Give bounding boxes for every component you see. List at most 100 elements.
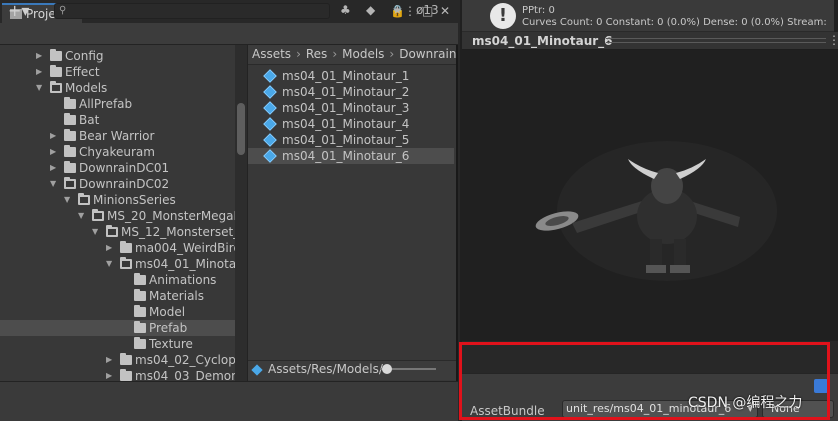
tree-item[interactable]: Texture — [0, 336, 235, 352]
tree-item-label: Effect — [65, 65, 100, 79]
collapsed-arrow-icon[interactable]: ▶ — [50, 144, 60, 160]
search-by-label-icon[interactable]: ◆ — [366, 3, 375, 17]
file-list-item[interactable]: ms04_01_Minotaur_3 — [248, 100, 454, 116]
tree-item[interactable]: ▶ ms04_03_Demon — [0, 368, 235, 381]
search-input[interactable]: ⚲ — [54, 3, 330, 19]
tree-item[interactable]: ▼ MinionsSeries — [0, 192, 235, 208]
tree-item[interactable]: Prefab — [0, 320, 235, 336]
info-line-pptr: PPtr: 0 — [522, 5, 555, 16]
tree-scrollbar-thumb[interactable] — [237, 103, 245, 155]
tree-item[interactable]: ▼ ms04_01_Minotau — [0, 256, 235, 272]
tree-item[interactable]: ▶ DownrainDC01 — [0, 160, 235, 176]
tree-item-label: DownrainDC01 — [79, 161, 170, 175]
folder-icon — [50, 65, 62, 77]
tree-item[interactable]: ▶ ms04_02_Cyclop — [0, 352, 235, 368]
file-list-item-label: ms04_01_Minotaur_6 — [282, 149, 410, 163]
breadcrumb-item[interactable]: Models — [342, 47, 384, 61]
expanded-arrow-icon[interactable]: ▼ — [106, 256, 116, 272]
search-by-type-icon[interactable]: ♣ — [340, 3, 351, 17]
folder-icon — [120, 241, 132, 253]
breadcrumb-item[interactable]: Downrain — [399, 47, 456, 61]
expanded-arrow-icon[interactable]: ▼ — [36, 80, 46, 96]
prefab-icon — [263, 69, 277, 83]
breadcrumb: Assets › Res › Models › Downrain — [248, 45, 456, 65]
expanded-arrow-icon[interactable]: ▼ — [92, 224, 102, 240]
collapsed-arrow-icon[interactable]: ▶ — [36, 64, 46, 80]
preview-drag-handle[interactable] — [606, 38, 826, 43]
expanded-arrow-icon[interactable]: ▼ — [50, 176, 60, 192]
expanded-arrow-icon[interactable]: ▼ — [78, 208, 88, 224]
tree-item-label: Chyakeuram — [79, 145, 155, 159]
hidden-packages-icon[interactable]: ø13 — [416, 3, 439, 17]
tree-item[interactable]: ▶ Effect — [0, 64, 235, 80]
file-list-item[interactable]: ms04_01_Minotaur_1 — [248, 68, 454, 84]
tree-item[interactable]: ▶ Chyakeuram — [0, 144, 235, 160]
tree-item-label: DownrainDC02 — [79, 177, 170, 191]
tree-item[interactable]: ▶ Config — [0, 48, 235, 64]
tree-item[interactable]: Model — [0, 304, 235, 320]
folder-icon — [50, 49, 62, 61]
collapsed-arrow-icon[interactable]: ▶ — [106, 368, 116, 381]
tree-item-label: Prefab — [149, 321, 188, 335]
breadcrumb-separator-icon: › — [389, 47, 395, 61]
collapsed-arrow-icon[interactable]: ▶ — [50, 128, 60, 144]
file-list-item[interactable]: ms04_01_Minotaur_4 — [248, 116, 454, 132]
tree-item-label: MS_12_Monsterset_0 — [121, 225, 235, 239]
icon-size-slider-knob[interactable] — [382, 364, 392, 374]
hidden-count: 13 — [423, 3, 439, 17]
tree-item-label: Bat — [79, 113, 100, 127]
tree-item-label: Model — [149, 305, 186, 319]
breadcrumb-separator-icon: › — [296, 47, 301, 61]
tree-item[interactable]: Animations — [0, 272, 235, 288]
more-options-icon[interactable]: ⋮ — [404, 4, 416, 18]
breadcrumb-separator-icon: › — [332, 47, 338, 61]
tree-item[interactable]: ▼ DownrainDC02 — [0, 176, 235, 192]
tree-item[interactable]: ▼ Models — [0, 80, 235, 96]
prefab-icon — [263, 101, 277, 115]
file-list-item[interactable]: ms04_01_Minotaur_6 — [248, 148, 454, 164]
file-list[interactable]: ms04_01_Minotaur_1 ms04_01_Minotaur_2 ms04… — [248, 66, 454, 360]
file-list-item[interactable]: ms04_01_Minotaur_5 — [248, 132, 454, 148]
tree-item-label: Bear Warrior — [79, 129, 155, 143]
expanded-arrow-icon[interactable]: ▼ — [64, 192, 74, 208]
tree-item[interactable]: Materials — [0, 288, 235, 304]
folder-tree[interactable]: ▶ Config ▶ Effect ▼ Models AllPrefab Bat ▶ Bear W… — [0, 45, 235, 381]
create-button[interactable]: +▾ — [8, 1, 29, 20]
model-preview[interactable] — [462, 51, 838, 341]
file-list-item[interactable]: ms04_01_Minotaur_2 — [248, 84, 454, 100]
tree-item[interactable]: ▶ ma004_WeirdBird — [0, 240, 235, 256]
tree-item-label: AllPrefab — [79, 97, 133, 111]
tree-item-label: Texture — [149, 337, 193, 351]
file-list-item-label: ms04_01_Minotaur_3 — [282, 101, 410, 115]
tree-item[interactable]: ▼ MS_20_MonsterMegaP — [0, 208, 235, 224]
tree-item[interactable]: ▶ Bear Warrior — [0, 128, 235, 144]
breadcrumb-item[interactable]: Res — [306, 47, 327, 61]
tree-item[interactable]: ▼ MS_12_Monsterset_0 — [0, 224, 235, 240]
tree-item[interactable]: Bat — [0, 112, 235, 128]
folder-icon — [134, 273, 146, 285]
collapsed-arrow-icon[interactable]: ▶ — [36, 48, 46, 64]
breadcrumb-item[interactable]: Assets — [252, 47, 291, 61]
folder-open-icon — [106, 225, 118, 237]
info-icon: ! — [490, 3, 516, 29]
close-icon[interactable]: ✕ — [440, 4, 450, 18]
folder-open-icon — [64, 177, 76, 189]
tree-item-label: Models — [65, 81, 108, 95]
path-text: Assets/Res/Models/ — [268, 362, 383, 376]
tree-item-label: ms04_01_Minotau — [135, 257, 235, 271]
file-list-item-label: ms04_01_Minotaur_2 — [282, 85, 410, 99]
search-icon: ⚲ — [59, 5, 67, 16]
collapsed-arrow-icon[interactable]: ▶ — [106, 240, 116, 256]
prefab-icon — [263, 133, 277, 147]
folder-icon — [120, 369, 132, 381]
info-line-curves: Curves Count: 0 Constant: 0 (0.0%) Dense… — [522, 17, 827, 28]
folder-icon — [134, 321, 146, 333]
collapsed-arrow-icon[interactable]: ▶ — [50, 160, 60, 176]
collapsed-arrow-icon[interactable]: ▶ — [106, 352, 116, 368]
prefab-icon — [263, 149, 277, 163]
preview-menu-icon[interactable]: ⋮ — [828, 33, 838, 47]
tree-scrollbar[interactable] — [235, 45, 247, 381]
tree-item[interactable]: AllPrefab — [0, 96, 235, 112]
tree-item-label: Config — [65, 49, 104, 63]
favorites-star-icon[interactable]: ★ — [392, 3, 403, 17]
